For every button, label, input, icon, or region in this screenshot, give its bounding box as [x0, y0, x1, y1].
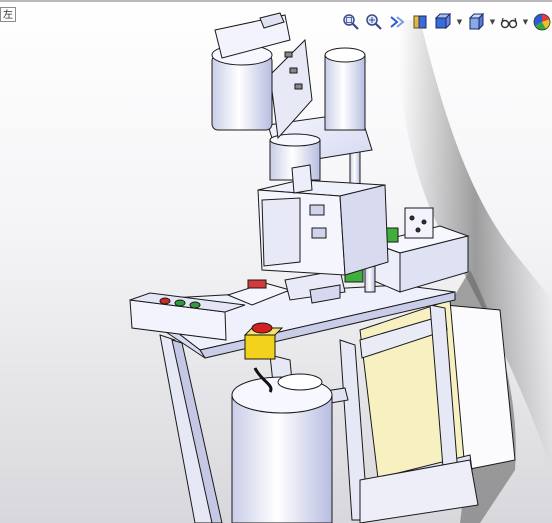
fixture-housing: [257, 179, 389, 276]
drum: [231, 367, 333, 523]
scara-robot-arm: [211, 12, 373, 194]
graphics-viewport[interactable]: 左 ▼ ▼ ▼: [0, 0, 552, 523]
machine-assembly-model[interactable]: [0, 0, 552, 523]
